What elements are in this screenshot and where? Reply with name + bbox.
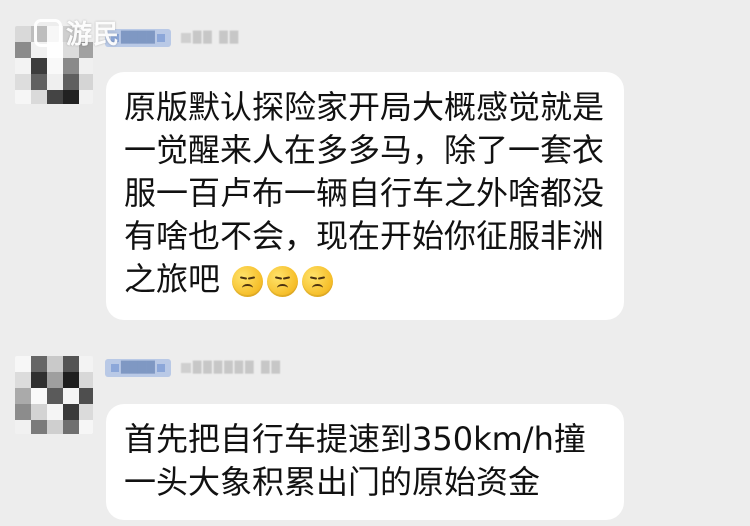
pixel-icon [111,364,119,372]
tired-face-emoji-icon [267,265,299,297]
watermark-text: 游民 [66,20,121,50]
pixel-icon [180,363,191,373]
sender-meta: ████ ██████ ██ [105,356,282,380]
pixel-icon [156,34,165,42]
emoji-group [232,265,334,297]
chat-message: ████ ██ ██ 原版默认探险家开局大概感觉就是 一觉醒来人在多多马，除了一… [0,16,750,326]
message-bubble[interactable]: 首先把自行车提速到350km/h撞 一头大象积累出门的原始资金 [106,404,624,520]
watermark-frame-icon [34,18,62,47]
message-line: 服一百卢布一辆自行车之外啥都没 [124,174,605,212]
tired-face-emoji-icon [232,265,264,297]
sender-meta: ████ ██ ██ [105,26,240,50]
sender-nickname: ██ ██ [180,29,240,47]
message-line-last: 之旅吧 [124,258,606,301]
avatar[interactable] [15,356,93,434]
sender-nickname: ██████ ██ [180,359,282,377]
message-line: 有啥也不会，现在开始你征服非洲 [124,217,605,255]
chat-message: ████ ██████ ██ 首先把自行车提速到350km/h撞 一头大象积累出… [0,346,750,524]
message-line: 原版默认探险家开局大概感觉就是 [124,88,605,126]
pixel-icon [180,33,191,43]
tired-face-emoji-icon [302,265,334,297]
message-line: 一觉醒来人在多多马，除了一套衣 [124,131,605,169]
message-bubble[interactable]: 原版默认探险家开局大概感觉就是 一觉醒来人在多多马，除了一套衣 服一百卢布一辆自… [106,72,624,320]
message-line: 首先把自行车提速到350km/h撞 [124,420,586,458]
pixel-icon [156,364,165,372]
message-line: 一头大象积累出门的原始资金 [124,463,541,501]
watermark-logo: 游民 [34,14,120,51]
sender-name-badge[interactable]: ████ [105,359,171,377]
